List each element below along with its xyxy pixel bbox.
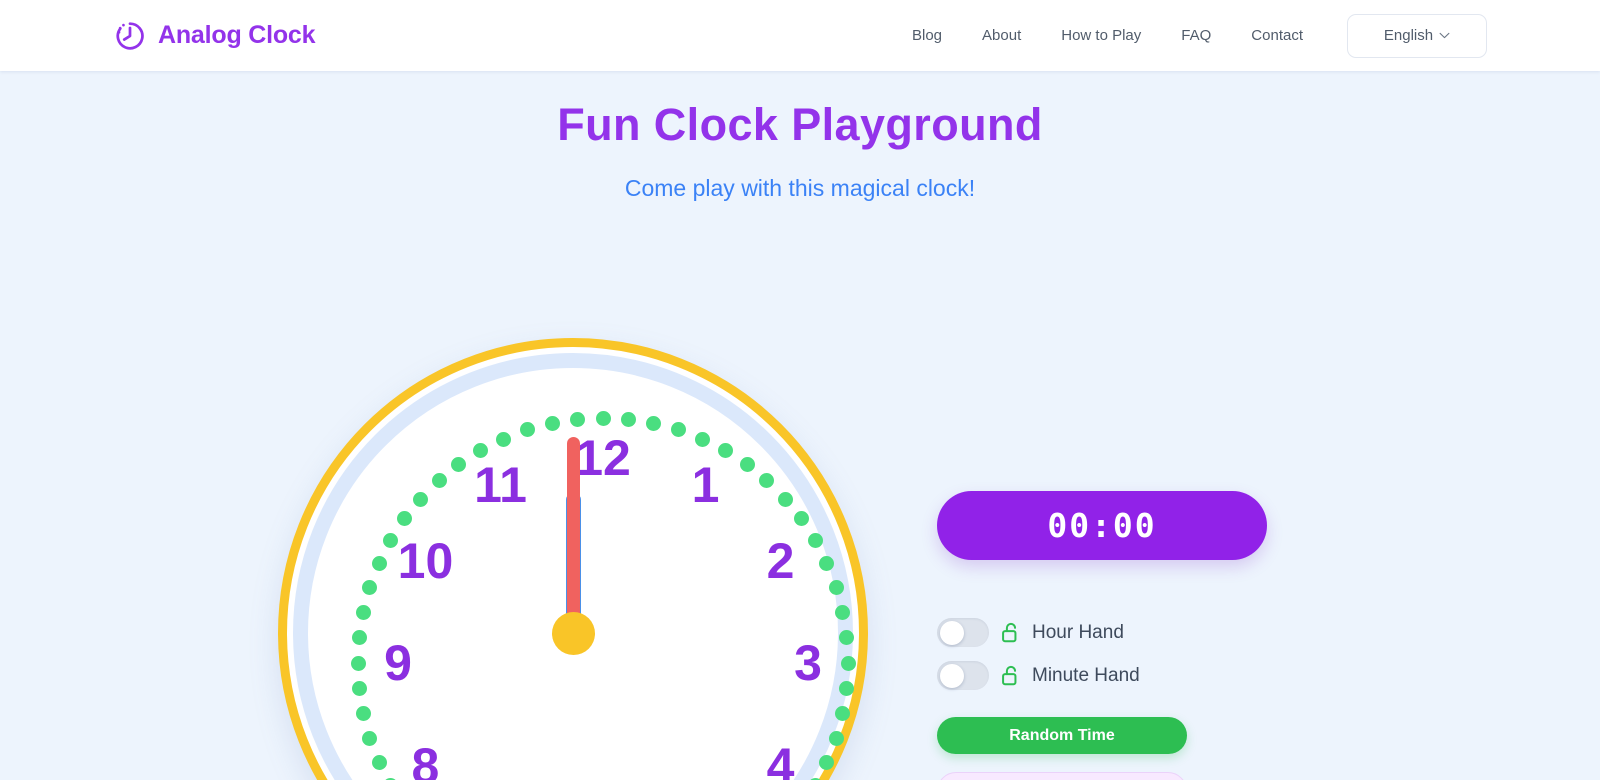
clock-minute-dot (759, 473, 775, 489)
nav-link-how-to-play[interactable]: How to Play (1041, 21, 1161, 50)
language-selector[interactable]: English (1347, 13, 1487, 58)
clock-minute-dot (431, 473, 447, 489)
clock-inner-ring: 121234567891011 (293, 353, 856, 780)
nav-link-faq[interactable]: FAQ (1161, 21, 1231, 50)
clock-minute-dot (819, 755, 835, 771)
clock-numeral-9: 9 (384, 635, 412, 691)
page-title: Fun Clock Playground (557, 99, 1043, 150)
toggle-knob (939, 620, 964, 645)
clock-minute-dot (718, 443, 733, 459)
minute-hand-lock-toggle[interactable] (937, 661, 989, 690)
clock-minute-dot (362, 579, 378, 595)
clock-minute-dot (383, 533, 399, 548)
clock-minute-dot (819, 555, 835, 571)
clock-minute-dot (351, 629, 367, 645)
page-subtitle: Come play with this magical clock! (624, 175, 976, 201)
clock-minute-dot (777, 491, 793, 507)
clock-minute-dot (621, 411, 637, 427)
clock-numeral-11: 11 (474, 457, 527, 514)
language-selector-label: English (1383, 27, 1434, 44)
page-body: Fun Clock Playground Come play with this… (0, 71, 1600, 780)
nav-link-about[interactable]: About (962, 21, 1041, 50)
toggle-knob (939, 663, 964, 688)
clock-minute-dot (835, 706, 851, 722)
clock-minute-dot (671, 422, 687, 438)
minute-hand-toggle-label: Minute Hand (1032, 664, 1140, 686)
random-time-button[interactable]: Random Time (937, 717, 1187, 754)
clock-minute-dot (739, 457, 755, 473)
minute-hand[interactable] (566, 437, 580, 633)
clock-minute-dot (371, 555, 387, 571)
clock-numeral-10: 10 (397, 532, 454, 589)
hour-hand-toggle-label: Hour Hand (1032, 621, 1124, 643)
clock-plate: 121234567891011 (330, 390, 856, 780)
hour-hand-lock-toggle[interactable] (937, 618, 989, 647)
clock-minute-dot (451, 457, 467, 473)
clock-minute-dot (840, 655, 856, 671)
clock-face: 121234567891011 (278, 338, 868, 780)
clock-minute-dot (371, 755, 387, 771)
clock-minute-dot (828, 731, 844, 747)
clock-minute-dot (839, 681, 855, 697)
clock-minute-dot (350, 655, 366, 671)
clock-minute-dot (793, 511, 809, 527)
clock-numeral-4: 4 (766, 737, 795, 780)
control-panel: 00:00 Hour Hand Minute Hand Random Time (937, 491, 1267, 780)
analog-clock[interactable]: 121234567891011 (278, 338, 868, 780)
clock-minute-dot (495, 431, 511, 447)
nav-link-contact[interactable]: Contact (1231, 21, 1323, 50)
clock-minute-dot (835, 604, 851, 620)
brand-logo-link[interactable]: Analog Clock (113, 19, 316, 53)
clock-numeral-12: 12 (575, 430, 631, 486)
unlock-icon (1001, 665, 1020, 686)
toggle-row-minute-hand: Minute Hand (937, 654, 1267, 697)
clock-minute-dot (351, 681, 367, 697)
main-navigation: Blog About How to Play FAQ Contact Engli… (892, 13, 1487, 58)
clock-minute-dot (473, 443, 488, 459)
clock-minute-dot (362, 731, 378, 747)
hide-digital-time-button[interactable]: Hide Digital Time (937, 772, 1187, 780)
clock-minute-dot (595, 410, 611, 426)
digital-time-display[interactable]: 00:00 (937, 491, 1267, 560)
clock-numeral-2: 2 (766, 532, 795, 589)
clock-logo-icon (113, 19, 147, 53)
unlock-icon (1001, 622, 1020, 643)
clock-numeral-3: 3 (794, 635, 822, 691)
clock-minute-dot (397, 511, 413, 527)
clock-minute-dot (828, 579, 844, 595)
toggle-row-hour-hand: Hour Hand (937, 611, 1267, 654)
clock-minute-dot (355, 706, 371, 722)
clock-minute-dot (569, 411, 585, 427)
chevron-down-icon (1439, 32, 1450, 39)
site-header: Analog Clock Blog About How to Play FAQ … (0, 0, 1600, 71)
clock-center-cap (551, 611, 595, 655)
clock-minute-dot (646, 415, 662, 431)
brand-name: Analog Clock (158, 21, 316, 49)
clock-numeral-8: 8 (411, 737, 440, 780)
clock-minute-dot (544, 415, 560, 431)
clock-minute-dot (807, 533, 823, 548)
clock-minute-dot (413, 491, 429, 507)
clock-numeral-1: 1 (691, 457, 720, 514)
clock-minute-dot (355, 604, 371, 620)
nav-link-blog[interactable]: Blog (892, 21, 962, 50)
clock-minute-dot (839, 629, 855, 645)
clock-minute-dot (519, 422, 535, 438)
clock-minute-dot (695, 431, 711, 447)
